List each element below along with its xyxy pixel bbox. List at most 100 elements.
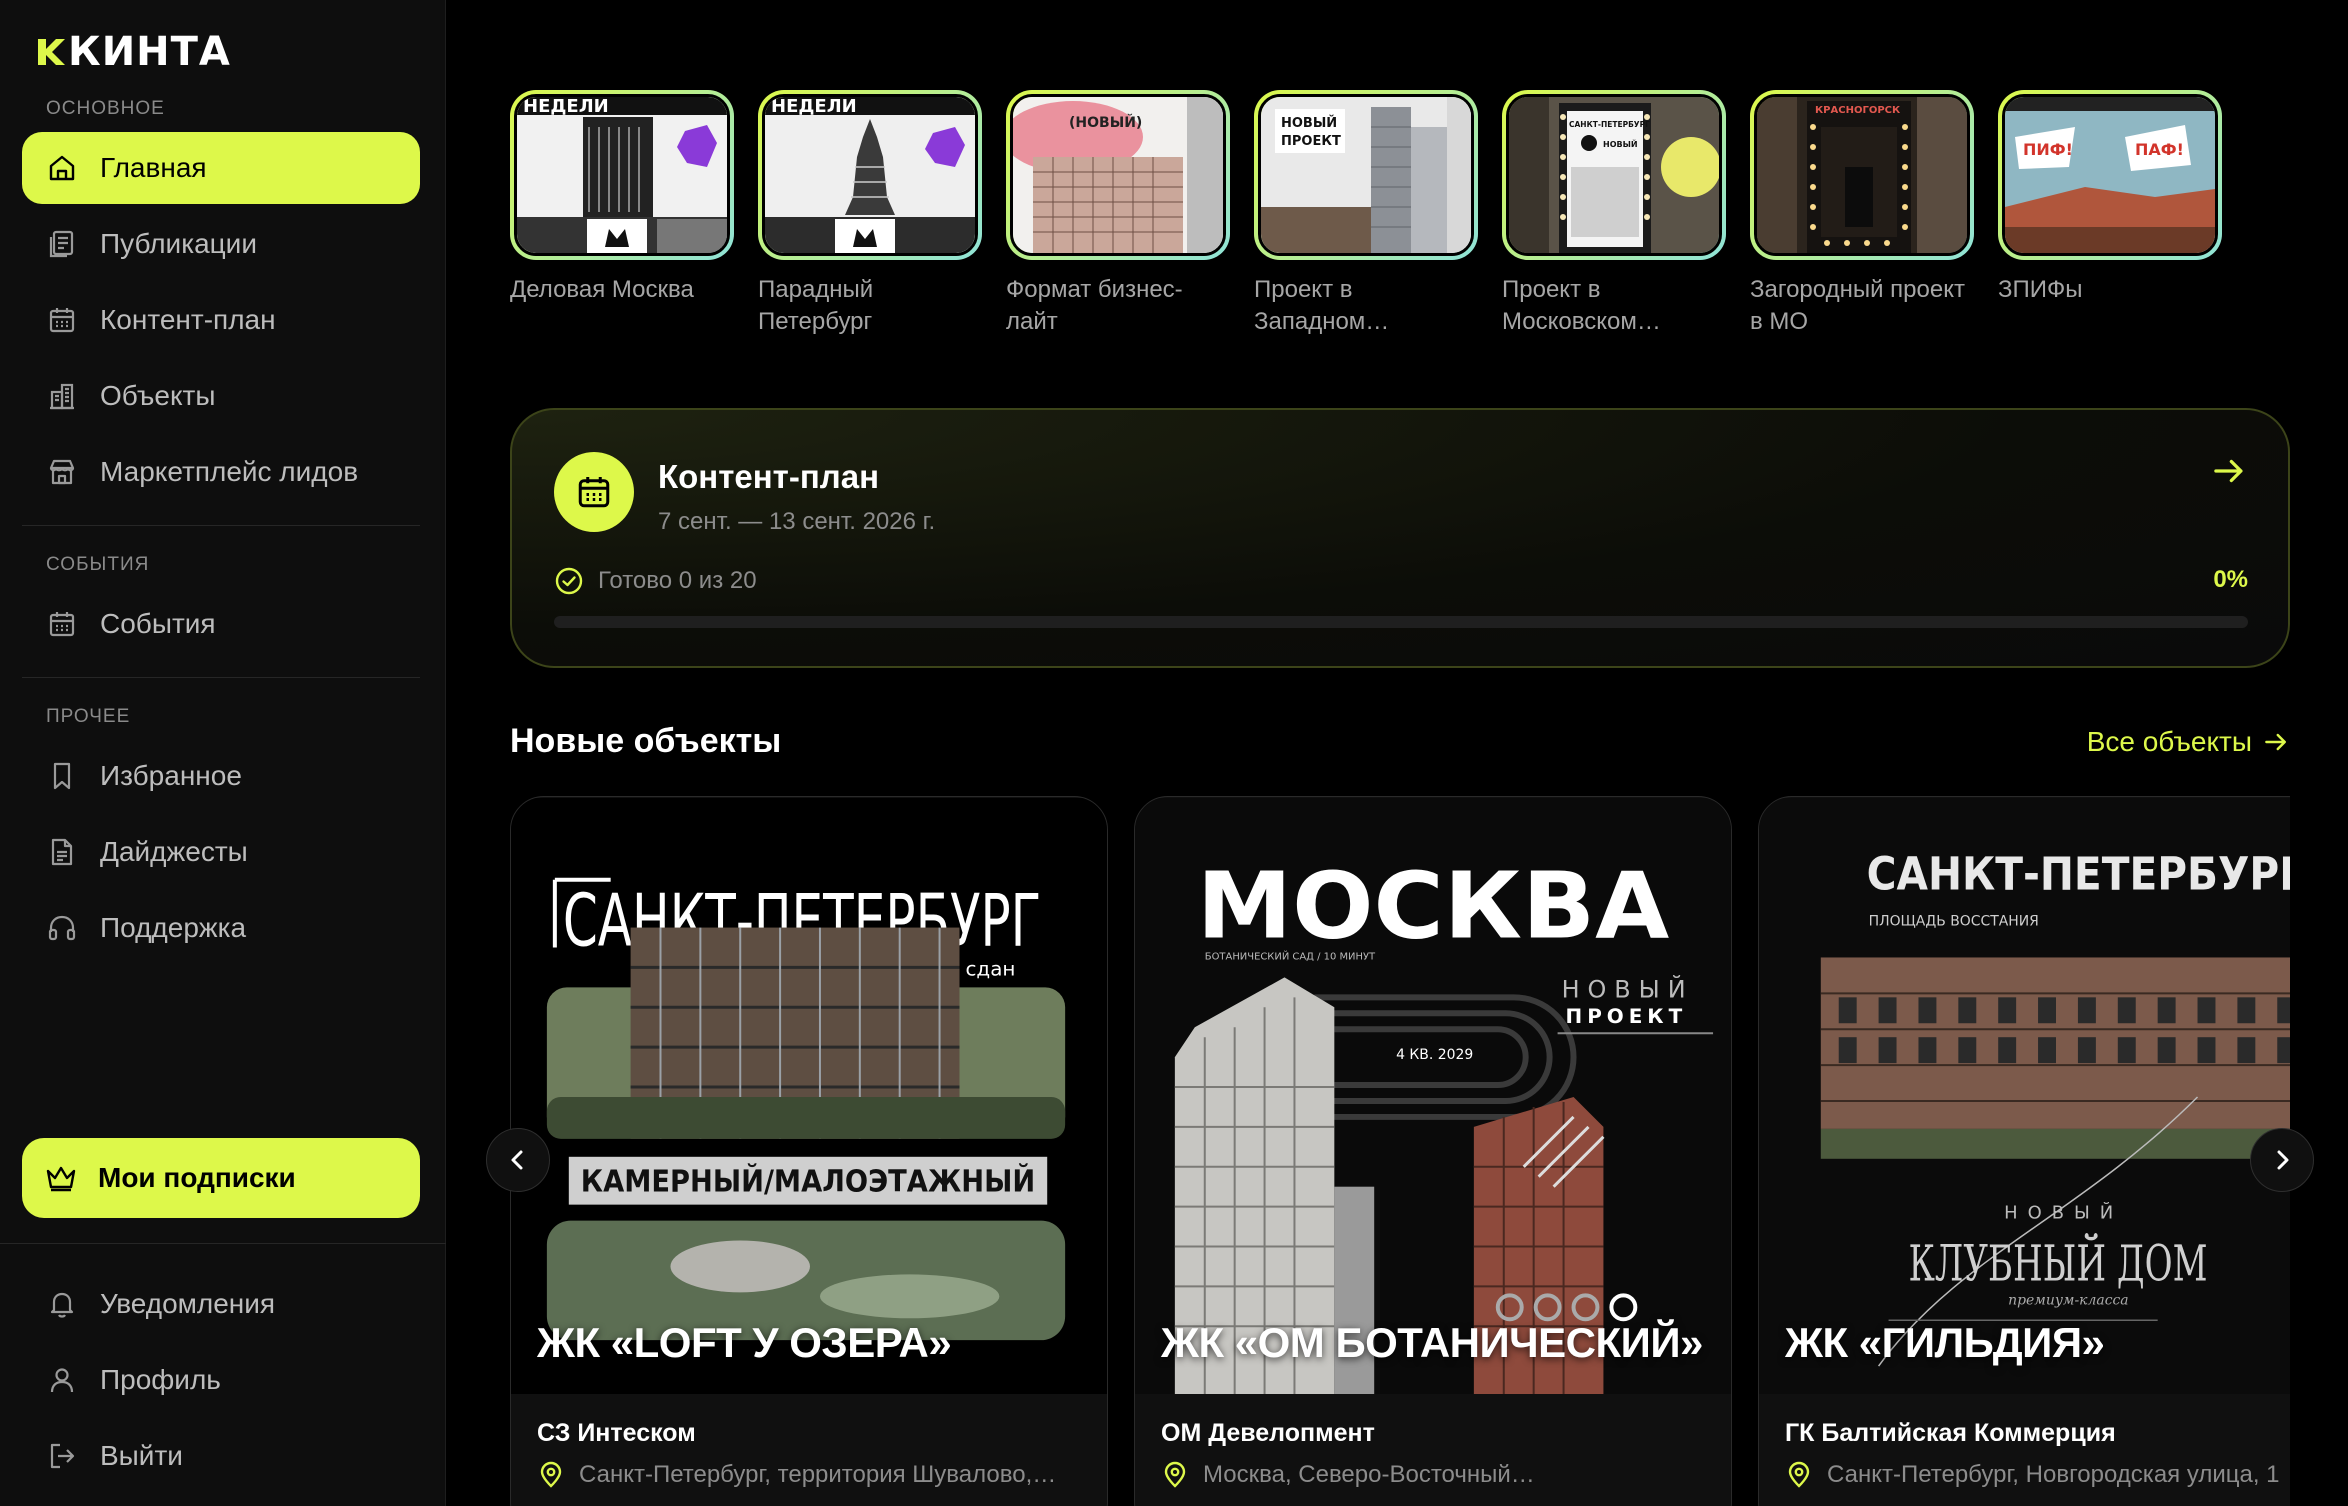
sidebar-item-content-plan[interactable]: Контент-план	[22, 284, 420, 356]
sidebar-item-objects[interactable]: Объекты	[22, 360, 420, 432]
story-image: НОВЫЙ ПРОЕКТ	[1258, 94, 1474, 256]
section-label-main: ОСНОВНОЕ	[46, 98, 165, 119]
my-subscriptions-button[interactable]: Мои подписки	[22, 1138, 420, 1218]
logo-text: КИНТА	[68, 29, 231, 75]
svg-text:КАМЕРНЫЙ/МАЛОЭТАЖНЫЙ: КАМЕРНЫЙ/МАЛОЭТАЖНЫЙ	[581, 1164, 1035, 1200]
svg-text:(НОВЫЙ): (НОВЫЙ)	[1069, 114, 1142, 131]
check-circle-icon	[554, 566, 584, 596]
svg-text:премиум-класса: премиум-класса	[2008, 1292, 2128, 1308]
logo[interactable]: КИНТА	[36, 29, 231, 75]
object-developer: СЗ Интеском	[537, 1419, 696, 1447]
story-image: ПИФ! ПАФ!	[2002, 94, 2218, 256]
svg-text:ПРОЕКТ: ПРОЕКТ	[1566, 1005, 1688, 1028]
object-name: ЖК «LOFT У ОЗЕРА»	[537, 1319, 952, 1366]
sidebar-item-leads-marketplace[interactable]: Маркетплейс лидов	[22, 436, 420, 508]
object-card[interactable]: САНКТ-ПЕТЕРБУРГ сдан КАМЕРНЫЙ/МАЛОЭТАЖНЫ…	[510, 796, 1108, 1506]
bookmark-icon	[46, 760, 78, 792]
story-thumbnail: КРАСНОГОРСК	[1750, 90, 1974, 260]
sidebar-item-label: Объекты	[100, 380, 216, 411]
chevron-right-icon	[2277, 1150, 2289, 1170]
all-objects-link[interactable]: Все объекты	[2087, 726, 2290, 758]
sidebar-item-profile[interactable]: Профиль	[22, 1344, 420, 1416]
story-thumbnail: НОВЫЙ ПРОЕКТ	[1254, 90, 1478, 260]
calendar-icon	[554, 452, 634, 532]
new-objects-carousel: САНКТ-ПЕТЕРБУРГ сдан КАМЕРНЫЙ/МАЛОЭТАЖНЫ…	[510, 796, 2290, 1506]
object-card-image: МОСКВА БОТАНИЧЕСКИЙ САД / 10 МИНУТ НОВЫЙ…	[1135, 797, 1731, 1395]
sidebar-item-digests[interactable]: Дайджесты	[22, 816, 420, 888]
story-image: НЕДЕЛИ	[514, 94, 730, 256]
story-item[interactable]: КРАСНОГОРСК Загородный проект в МО	[1750, 90, 1974, 338]
svg-text:МОСКВА: МОСКВА	[1197, 853, 1669, 960]
carousel-prev-button[interactable]	[486, 1128, 550, 1192]
location-pin-icon	[1164, 1461, 1186, 1488]
story-art: НЕДЕЛИ	[765, 97, 975, 253]
svg-text:САНКТ-ПЕТЕРБУРГ: САНКТ-ПЕТЕРБУРГ	[1569, 120, 1650, 129]
object-card-image: САНКТ-ПЕТЕРБУРГ сдан КАМЕРНЫЙ/МАЛОЭТАЖНЫ…	[511, 797, 1107, 1395]
object-name: ЖК «ГИЛЬДИЯ»	[1785, 1319, 2105, 1366]
sidebar-item-notifications[interactable]: Уведомления	[22, 1268, 420, 1340]
svg-text:КЛУБНЫЙ ДОМ: КЛУБНЫЙ ДОМ	[1908, 1231, 2207, 1292]
story-art: ПИФ! ПАФ!	[2005, 97, 2215, 253]
calendar-icon	[46, 304, 78, 336]
sidebar-item-publications[interactable]: Публикации	[22, 208, 420, 280]
content-plan-card[interactable]: Контент-план 7 сент. — 13 сент. 2026 г. …	[510, 408, 2290, 668]
story-art: (НОВЫЙ)	[1013, 97, 1223, 253]
sidebar-item-label: Выйти	[100, 1440, 183, 1471]
headphones-icon	[46, 912, 78, 944]
story-label: Проект в Западном…	[1254, 276, 1390, 335]
story-item[interactable]: НОВЫЙ ПРОЕКТ Проект в Западном…	[1254, 90, 1478, 338]
object-card[interactable]: САНКТ-ПЕТЕРБУРГ ПЛОЩАДЬ ВОССТАНИЯ НОВЫЙ …	[1758, 796, 2290, 1506]
story-thumbnail: ПИФ! ПАФ!	[1998, 90, 2222, 260]
content-plan-title: Контент-план	[658, 458, 880, 495]
sidebar-item-events[interactable]: События	[22, 588, 420, 660]
section-label-other: ПРОЧЕЕ	[46, 706, 131, 727]
object-card-art: САНКТ-ПЕТЕРБУРГ сдан КАМЕРНЫЙ/МАЛОЭТАЖНЫ…	[511, 798, 1107, 1394]
svg-text:ПИФ!: ПИФ!	[2023, 140, 2073, 159]
story-art: САНКТ-ПЕТЕРБУРГ НОВЫЙ	[1509, 97, 1719, 253]
svg-text:4 КВ. 2029: 4 КВ. 2029	[1396, 1047, 1473, 1063]
story-item[interactable]: САНКТ-ПЕТЕРБУРГ НОВЫЙ Проект в Московско…	[1502, 90, 1726, 338]
content-plan-ready: Готово 0 из 20	[554, 566, 757, 596]
story-label: Загородный проект в МО	[1750, 276, 1965, 335]
location-pin-icon	[1788, 1461, 1810, 1488]
svg-text:НОВЫЙ: НОВЫЙ	[2004, 1202, 2123, 1224]
story-image: НЕДЕЛИ	[762, 94, 978, 256]
sidebar-item-favorites[interactable]: Избранное	[22, 740, 420, 812]
story-item[interactable]: НЕДЕЛИ Деловая Москва	[510, 90, 734, 306]
object-card-image: САНКТ-ПЕТЕРБУРГ ПЛОЩАДЬ ВОССТАНИЯ НОВЫЙ …	[1759, 797, 2290, 1395]
sidebar-item-label: Контент-план	[100, 304, 276, 335]
crown-icon	[44, 1161, 78, 1195]
svg-text:КРАСНОГОРСК: КРАСНОГОРСК	[1815, 105, 1901, 116]
object-address: Санкт-Петербург, территория Шувалово,…	[537, 1461, 1056, 1489]
story-item[interactable]: НЕДЕЛИ Парадный Петербург	[758, 90, 982, 338]
section-label-events: СОБЫТИЯ	[46, 554, 150, 575]
object-address-text: Москва, Северо-Восточный…	[1203, 1461, 1535, 1488]
object-developer: ОМ Девелопмент	[1161, 1419, 1375, 1447]
sidebar: КИНТА ОСНОВНОЕ Главная Публикации Контен…	[0, 0, 446, 1506]
sidebar-divider	[22, 525, 420, 526]
arrow-right-icon[interactable]	[2210, 452, 2248, 490]
home-icon	[46, 152, 78, 184]
object-card[interactable]: МОСКВА БОТАНИЧЕСКИЙ САД / 10 МИНУТ НОВЫЙ…	[1134, 796, 1732, 1506]
my-subscriptions-label: Мои подписки	[98, 1162, 296, 1193]
story-thumbnail: НЕДЕЛИ	[510, 90, 734, 260]
story-item[interactable]: ПИФ! ПАФ! ЗПИФы	[1998, 90, 2222, 306]
story-art: КРАСНОГОРСК	[1757, 97, 1967, 253]
story-thumbnail: НЕДЕЛИ	[758, 90, 982, 260]
object-address: Санкт-Петербург, Новгородская улица, 1	[1785, 1461, 2280, 1489]
sidebar-item-logout[interactable]: Выйти	[22, 1420, 420, 1492]
svg-text:САНКТ-ПЕТЕРБУРГ: САНКТ-ПЕТЕРБУРГ	[1867, 847, 2290, 901]
object-name: ЖК «ОМ БОТАНИЧЕСКИЙ»	[1161, 1319, 1703, 1366]
sidebar-item-home[interactable]: Главная	[22, 132, 420, 204]
story-image: (НОВЫЙ)	[1010, 94, 1226, 256]
sidebar-item-support[interactable]: Поддержка	[22, 892, 420, 964]
sidebar-item-label: Маркетплейс лидов	[100, 456, 359, 487]
chevron-left-icon	[511, 1150, 523, 1170]
story-item[interactable]: (НОВЫЙ) Формат бизнес-лайт	[1006, 90, 1230, 338]
svg-text:сдан: сдан	[965, 957, 1015, 980]
sidebar-item-label: Главная	[100, 152, 207, 183]
story-image: КРАСНОГОРСК	[1754, 94, 1970, 256]
content-plan-percent: 0%	[2213, 566, 2248, 593]
carousel-next-button[interactable]	[2250, 1128, 2314, 1192]
svg-text:НОВЫЙ: НОВЫЙ	[1603, 138, 1638, 149]
